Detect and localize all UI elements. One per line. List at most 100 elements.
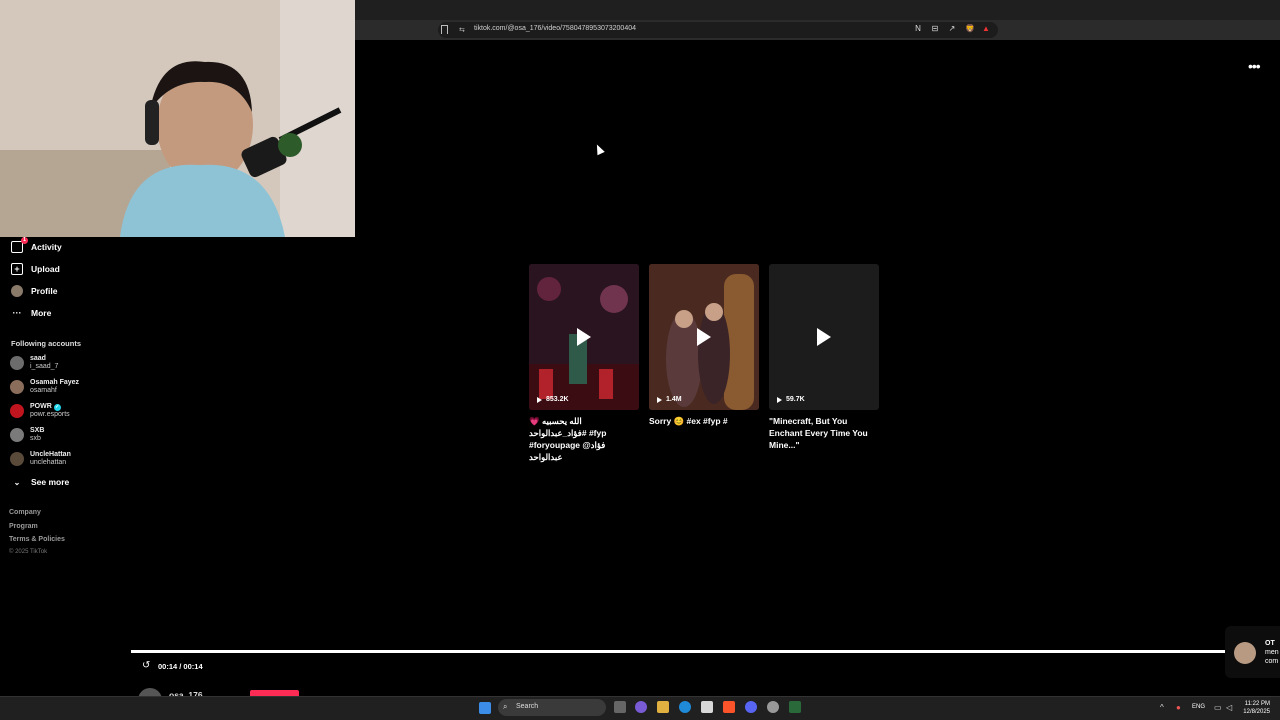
notification-line: men — [1265, 649, 1279, 656]
video-caption[interactable]: Sorry 😊 #ex #fyp # — [649, 415, 761, 427]
notification-avatar — [1234, 642, 1256, 664]
following-account[interactable]: UncleHattan unclehattan — [10, 449, 71, 469]
play-count-icon — [537, 396, 542, 403]
play-count-icon — [657, 396, 662, 403]
following-account[interactable]: saad i_saad_7 — [10, 353, 58, 373]
following-account[interactable]: POWR ✓ powr.esports — [10, 401, 70, 421]
sidebar-item-activity[interactable]: 1 Activity — [11, 237, 62, 254]
activity-badge: 1 — [21, 237, 28, 244]
profile-icon — [11, 285, 23, 297]
view-count-text: 59.7K — [786, 396, 805, 403]
play-icon — [697, 328, 711, 346]
edge-icon[interactable] — [679, 701, 691, 713]
view-count: 59.7K — [777, 396, 805, 403]
avatar — [10, 452, 24, 466]
avatar — [10, 380, 24, 394]
video-caption[interactable]: "Minecraft, But You Enchant Every Time Y… — [769, 415, 881, 451]
task-view-icon[interactable] — [614, 701, 626, 713]
view-count-text: 1.4M — [666, 396, 682, 403]
network-icon[interactable]: ▭ — [1214, 703, 1222, 712]
view-count: 1.4M — [657, 396, 682, 403]
brave-rewards-icon[interactable]: ▲ — [981, 24, 991, 34]
copyright: © 2025 TikTok — [9, 549, 48, 555]
file-explorer-icon[interactable] — [657, 701, 669, 713]
play-icon — [817, 328, 831, 346]
video-time: 00:14 / 00:14 — [158, 662, 203, 671]
start-icon[interactable] — [479, 702, 491, 714]
taskbar-search[interactable] — [498, 699, 606, 716]
sidebar-item-label: Profile — [31, 286, 58, 296]
sidebar-item-label: Upload — [31, 264, 60, 274]
more-icon: ··· — [12, 308, 22, 318]
avatar — [10, 356, 24, 370]
sidebar-item-more[interactable]: ··· More — [11, 306, 52, 320]
clock-time: 11:22 PM — [1244, 701, 1270, 707]
avatar — [10, 404, 24, 418]
site-settings-icon[interactable]: ⇆ — [459, 26, 465, 34]
taskbar-clock[interactable]: 11:22 PM 12/8/2025 — [1238, 700, 1270, 716]
footer-link-company[interactable]: Company — [9, 509, 41, 516]
account-handle: i_saad_7 — [30, 363, 59, 370]
account-name: SXB — [30, 426, 45, 434]
search-placeholder: Search — [516, 703, 539, 710]
play-icon — [577, 328, 591, 346]
activity-icon: 1 — [11, 237, 28, 253]
mouse-cursor — [593, 142, 605, 156]
search-icon: ⌕ — [503, 702, 508, 711]
following-accounts-title: Following accounts — [11, 339, 82, 348]
share-icon[interactable]: ↗ — [947, 24, 957, 34]
discord-icon[interactable] — [745, 701, 757, 713]
view-count: 853.2K — [537, 396, 569, 403]
tray-overflow-icon[interactable]: ^ — [1160, 703, 1164, 712]
more-options-icon[interactable]: ••• — [1248, 58, 1261, 74]
video-thumbnail[interactable]: 59.7K — [769, 264, 879, 410]
video-thumbnail[interactable]: 1.4M — [649, 264, 759, 410]
view-count-text: 853.2K — [546, 396, 569, 403]
account-handle: sxb — [30, 435, 41, 442]
avatar — [10, 428, 24, 442]
microphone-icon[interactable]: ● — [1176, 703, 1181, 712]
account-name: POWR — [30, 402, 52, 410]
notification-line: OT — [1265, 640, 1275, 647]
following-account[interactable]: SXB sxb — [10, 425, 44, 445]
bookmark-icon[interactable] — [441, 25, 448, 34]
account-handle: unclehattan — [30, 459, 67, 466]
notification-text: OT men com — [1265, 639, 1279, 666]
account-name: UncleHattan — [30, 450, 71, 458]
notification-line: com — [1265, 658, 1279, 665]
sidebar-item-label: Activity — [31, 242, 62, 252]
account-handle: powr.esports — [30, 411, 70, 418]
chrome-icon[interactable] — [767, 701, 779, 713]
brave-shield-icon[interactable]: 🦁 — [965, 24, 975, 34]
brave-icon[interactable] — [723, 701, 735, 713]
replay-icon[interactable]: ↺ — [142, 660, 150, 671]
xbox-icon[interactable] — [789, 701, 801, 713]
play-count-icon — [777, 396, 782, 403]
video-caption[interactable]: ‏الله يحسبيه 💗 #فؤاد_عبدالواحد #fyp #for… — [529, 415, 641, 463]
webcam-overlay — [0, 0, 355, 237]
see-more-label: See more — [31, 477, 70, 487]
language-indicator[interactable]: ENG — [1192, 704, 1205, 710]
video-thumbnail[interactable]: 853.2K — [529, 264, 639, 410]
clock-date: 12/8/2025 — [1243, 709, 1270, 715]
footer-link-program[interactable]: Program — [9, 523, 38, 530]
account-name: Osamah Fayez — [30, 378, 80, 386]
sidebar-item-label: More — [31, 308, 52, 318]
copilot-icon[interactable] — [635, 701, 647, 713]
verified-icon: ✓ — [53, 403, 61, 411]
account-handle: osamahf — [30, 387, 57, 394]
volume-icon[interactable]: ◁ — [1226, 703, 1232, 712]
url-text[interactable]: tiktok.com/@osa_176/video/75804789530732… — [474, 25, 636, 32]
store-icon[interactable] — [701, 701, 713, 713]
see-more-button[interactable]: ⌄ See more — [11, 475, 70, 489]
extension-n-icon[interactable]: N — [913, 24, 923, 34]
cast-icon[interactable]: ⊟ — [930, 24, 940, 34]
footer-link-terms[interactable]: Terms & Policies — [9, 536, 65, 543]
video-progress-bar[interactable] — [131, 650, 1225, 653]
upload-icon: + — [11, 263, 23, 275]
sidebar-item-upload[interactable]: + Upload — [11, 262, 60, 276]
browser-tab-strip — [355, 0, 1280, 20]
account-name: saad — [30, 354, 46, 362]
sidebar-item-profile[interactable]: Profile — [11, 284, 57, 298]
following-account[interactable]: Osamah Fayez osamahf — [10, 377, 79, 397]
